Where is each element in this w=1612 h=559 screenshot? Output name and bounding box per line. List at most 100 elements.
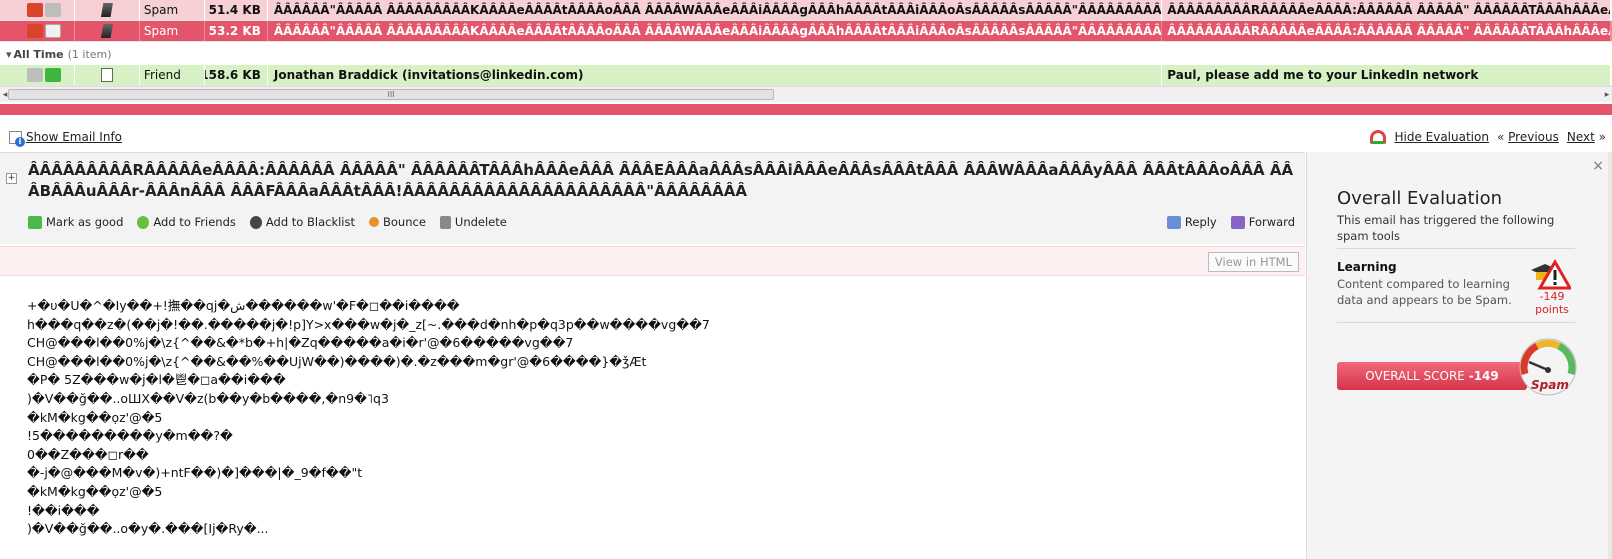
category-cell: Friend	[140, 65, 205, 85]
body-line: 0��Z���◻r��	[27, 446, 149, 462]
spam-folder-icon	[100, 3, 113, 17]
scrollbar-thumb[interactable]: III	[8, 89, 774, 100]
overall-score-bar: OVERALL SCORE -149	[1337, 362, 1527, 390]
row-status-icons	[0, 0, 75, 20]
subject-cell: ÂÂÂÂÂÂÂÂÂRÂÂÂÂÂeÂÂÂÂ:ÂÂÂÂÂÂ ÂÂÂÂÂ" ÂÂÂÂÂ…	[1162, 21, 1612, 41]
good-status-icon[interactable]	[45, 3, 61, 17]
list-splitter[interactable]	[0, 104, 1612, 115]
group-name: All Time	[13, 47, 64, 61]
overall-score-label: OVERALL SCORE	[1365, 369, 1465, 383]
verdict-label: Spam	[1531, 378, 1569, 392]
group-count: (1 item)	[67, 47, 112, 61]
previous-arrow: «	[1496, 130, 1505, 144]
email-row-selected[interactable]: Spam 53.2 KB ÂÂÂÂÂÂ"ÂÂÂÂÂ ÂÂÂÂÂÂÂÂÂKÂÂÂÂ…	[0, 21, 1612, 42]
body-line: !��i���	[27, 502, 100, 518]
undelete-button[interactable]: Undelete	[439, 215, 507, 229]
category-cell: Spam	[140, 21, 205, 41]
body-line: �kM�kg��ọz'@�5	[27, 409, 163, 425]
category-cell: Spam	[140, 0, 205, 20]
from-cell: ÂÂÂÂÂÂ"ÂÂÂÂÂ ÂÂÂÂÂÂÂÂÂKÂÂÂÂeÂÂÂÂtÂÂÂÂoÂÂ…	[268, 0, 1163, 20]
size-cell: 158.6 KB	[205, 65, 268, 85]
good-status-icon[interactable]	[45, 68, 61, 82]
forward-button[interactable]: Forward	[1230, 215, 1295, 229]
body-line: �-j�@���M�v�)+ntF��)�]���|�_9�f��"t	[27, 465, 363, 481]
evaluation-gauge-icon	[1370, 130, 1387, 144]
reply-button[interactable]: Reply	[1166, 215, 1217, 229]
divider	[1337, 248, 1575, 249]
spam-status-icon[interactable]	[27, 68, 43, 82]
message-header: + ÂÂÂÂÂÂÂÂÂRÂÂÂÂÂeÂÂÂÂ:ÂÂÂÂÂÂ ÂÂÂÂÂ" ÂÂÂ…	[0, 152, 1305, 244]
reply-actions: Reply Forward	[1166, 215, 1295, 229]
hide-evaluation-link[interactable]: Hide Evaluation	[1394, 130, 1489, 144]
spam-status-icon[interactable]	[27, 24, 43, 38]
learning-points: -149 points	[1535, 290, 1569, 316]
divider	[1337, 322, 1575, 323]
body-line: h���q��z�(��j�!��.�����j�!p]Y>x���w�j�_z…	[27, 316, 710, 332]
spam-folder-icon	[100, 24, 113, 38]
expand-header-button[interactable]: +	[6, 173, 17, 184]
next-arrow: »	[1598, 130, 1606, 144]
folder-cell	[75, 0, 140, 20]
forward-icon	[1230, 215, 1245, 229]
evaluation-panel: × Overall Evaluation This email has trig…	[1306, 152, 1612, 559]
body-line: CH@���l��0%j�\z{^��&�*b�+h|�Zq�����a�i�r…	[27, 335, 574, 351]
learning-title: Learning	[1337, 260, 1397, 274]
vertical-scrollbar[interactable]	[1608, 152, 1612, 559]
message-body: +�υ�U�^�Iy��+!撫��qj�ش������w'�F�◻��i����…	[0, 277, 1305, 559]
evaluation-title: Overall Evaluation	[1337, 188, 1503, 209]
size-cell: 53.2 KB	[205, 21, 268, 41]
good-status-icon[interactable]	[45, 24, 61, 38]
view-in-html-button[interactable]: View in HTML	[1207, 252, 1299, 272]
view-mode-bar: View in HTML	[0, 246, 1305, 276]
bounce-button[interactable]: Bounce	[369, 215, 426, 229]
overall-score-value: -149	[1468, 369, 1499, 383]
size-cell: 51.4 KB	[205, 0, 268, 20]
chevron-down-icon[interactable]: ▾	[6, 48, 12, 61]
mark-as-good-button[interactable]: Mark as good	[28, 215, 123, 229]
close-icon[interactable]: ×	[1592, 158, 1604, 174]
body-line: �P� 5Z���w�j�l�鬯�◻a��i���	[27, 372, 286, 388]
email-row[interactable]: Friend 158.6 KB Jonathan Braddick (invit…	[0, 65, 1612, 86]
undelete-label: Undelete	[454, 215, 507, 229]
subject-cell: ÂÂÂÂÂÂÂÂÂRÂÂÂÂÂeÂÂÂÂ:ÂÂÂÂÂÂ ÂÂÂÂÂ" ÂÂÂÂÂ…	[1162, 0, 1612, 20]
next-link[interactable]: Next	[1567, 130, 1595, 144]
scroll-right-icon[interactable]: ▸	[1602, 87, 1612, 103]
info-icon	[9, 130, 25, 147]
group-header[interactable]: ▾ All Time (1 item)	[0, 43, 1612, 65]
mark-as-good-label: Mark as good	[46, 215, 124, 229]
body-line: +�υ�U�^�Iy��+!撫��qj�ش������w'�F�◻��i����	[27, 298, 460, 313]
from-cell: Jonathan Braddick (invitations@linkedin.…	[268, 65, 1163, 85]
reply-icon	[1166, 215, 1181, 229]
folder-cell	[75, 21, 140, 41]
body-line: !5���������y�m��?�	[27, 428, 233, 444]
reply-label: Reply	[1184, 215, 1217, 229]
message-body-text: +�υ�U�^�Iy��+!撫��qj�ش������w'�F�◻��i����…	[27, 297, 710, 539]
add-to-friends-button[interactable]: Add to Friends	[137, 215, 236, 229]
show-email-info-link[interactable]: Show Email Info	[26, 130, 122, 144]
inbox-folder-icon	[100, 68, 113, 82]
email-list: Spam 51.4 KB ÂÂÂÂÂÂ"ÂÂÂÂÂ ÂÂÂÂÂÂÂÂÂKÂÂÂÂ…	[0, 0, 1612, 104]
learning-description: Content compared to learning data and ap…	[1337, 277, 1512, 307]
message-subject: ÂÂÂÂÂÂÂÂÂRÂÂÂÂÂeÂÂÂÂ:ÂÂÂÂÂÂ ÂÂÂÂÂ" ÂÂÂÂÂ…	[28, 161, 1294, 200]
previous-link[interactable]: Previous	[1508, 130, 1559, 144]
forward-label: Forward	[1248, 215, 1295, 229]
bounce-label: Bounce	[383, 215, 426, 229]
info-bar: Show Email Info Hide Evaluation « Previo…	[0, 122, 1612, 152]
thumbs-up-icon	[28, 215, 42, 229]
learning-warning-icon	[1531, 258, 1571, 290]
horizontal-scrollbar[interactable]: ◂ III ▸	[0, 86, 1612, 102]
body-line: CH@���l��0%j�\z{^��&��%��UjW��)����)�.�ᴢ…	[27, 353, 647, 369]
bounce-icon	[369, 217, 379, 227]
message-actions: Mark as good Add to Friends Add to Black…	[28, 215, 507, 229]
folder-cell	[75, 65, 140, 85]
row-status-icons	[0, 21, 75, 41]
spam-status-icon[interactable]	[27, 3, 43, 17]
row-status-icons	[0, 65, 75, 85]
add-to-friends-label: Add to Friends	[153, 215, 236, 229]
email-row[interactable]: Spam 51.4 KB ÂÂÂÂÂÂ"ÂÂÂÂÂ ÂÂÂÂÂÂÂÂÂKÂÂÂÂ…	[0, 0, 1612, 21]
blacklist-icon	[249, 215, 262, 229]
subject-cell: Paul, please add me to your LinkedIn net…	[1162, 65, 1612, 85]
add-to-blacklist-button[interactable]: Add to Blacklist	[249, 215, 355, 229]
body-line: )�V��ğ��..oШX��V�z(b��y�b����,�n9�˥q3	[27, 390, 389, 406]
evaluation-description: This email has triggered the following s…	[1337, 213, 1555, 243]
